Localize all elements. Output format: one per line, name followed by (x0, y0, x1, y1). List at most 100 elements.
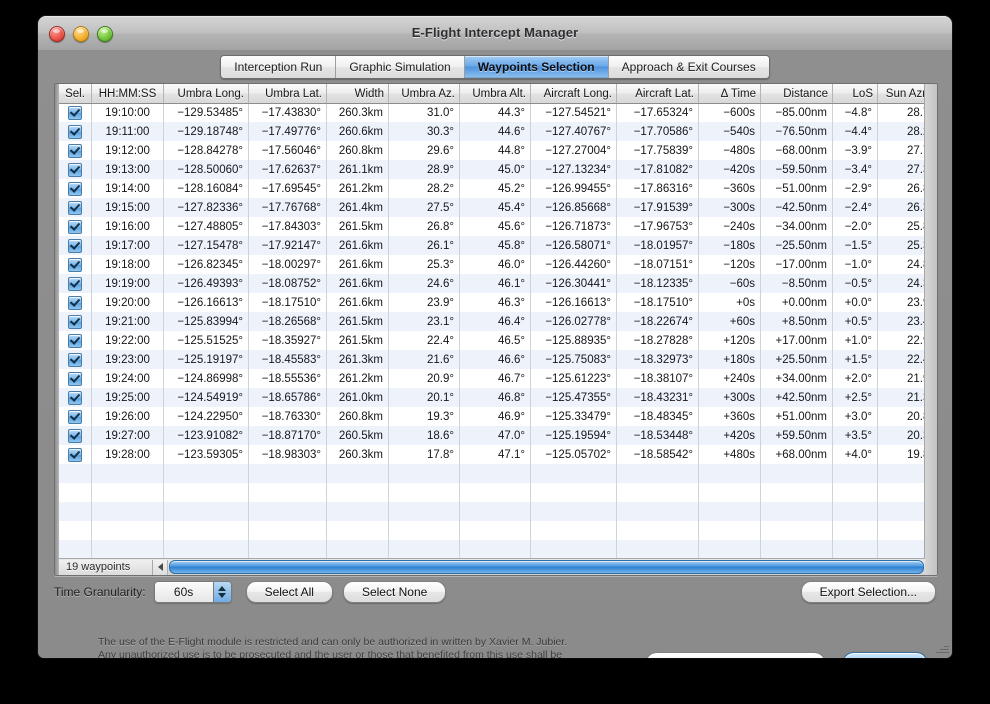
window-resize-handle[interactable] (935, 641, 949, 655)
column-header-aircraft-long[interactable]: Aircraft Long. (531, 84, 617, 103)
cell-dtime: +0s (699, 293, 761, 312)
table-row[interactable]: 19:23:00 −125.19197° −18.45583° 261.3km 21.6… (59, 350, 925, 369)
table-row[interactable]: 19:13:00 −128.50060° −17.62637° 261.1km 28.9… (59, 160, 925, 179)
column-header-width[interactable]: Width (327, 84, 389, 103)
checkbox-checked-icon[interactable] (68, 333, 82, 348)
horizontal-scroll-thumb[interactable] (169, 560, 924, 574)
column-header-aircraft-lat[interactable]: Aircraft Lat. (617, 84, 699, 103)
row-select-checkbox[interactable] (59, 350, 92, 369)
table-row[interactable]: 19:12:00 −128.84278° −17.56046° 260.8km 29.6… (59, 141, 925, 160)
checkbox-checked-icon[interactable] (68, 276, 82, 291)
cell-time: 19:11:00 (92, 122, 164, 141)
vertical-scrollbar[interactable] (924, 84, 937, 575)
table-empty-rows (59, 464, 925, 559)
row-select-checkbox[interactable] (59, 141, 92, 160)
table-row[interactable]: 19:25:00 −124.54919° −18.65786° 261.0km 20.1… (59, 388, 925, 407)
column-header-umbra-alt[interactable]: Umbra Alt. (460, 84, 531, 103)
column-header-distance[interactable]: Distance (761, 84, 833, 103)
table-row[interactable]: 19:17:00 −127.15478° −17.92147° 261.6km 26.1… (59, 236, 925, 255)
checkbox-checked-icon[interactable] (68, 390, 82, 405)
table-row[interactable]: 19:27:00 −123.91082° −18.87170° 260.5km 18.6… (59, 426, 925, 445)
row-select-checkbox[interactable] (59, 160, 92, 179)
row-select-checkbox[interactable] (59, 445, 92, 464)
checkbox-checked-icon[interactable] (68, 428, 82, 443)
column-header-umbra-lat[interactable]: Umbra Lat. (249, 84, 327, 103)
row-select-checkbox[interactable] (59, 274, 92, 293)
checkbox-checked-icon[interactable] (68, 352, 82, 367)
checkbox-checked-icon[interactable] (68, 257, 82, 272)
horizontal-scrollbar[interactable]: 19 waypoints (59, 558, 925, 575)
checkbox-checked-icon[interactable] (68, 200, 82, 215)
checkbox-checked-icon[interactable] (68, 238, 82, 253)
modify-flight-parameters-button[interactable]: Modify Flight Parameters (645, 652, 827, 658)
row-select-checkbox[interactable] (59, 369, 92, 388)
table-row[interactable]: 19:20:00 −126.16613° −18.17510° 261.6km 23.9… (59, 293, 925, 312)
tab-interception-run[interactable]: Interception Run (221, 56, 337, 78)
row-select-checkbox[interactable] (59, 179, 92, 198)
checkbox-checked-icon[interactable] (68, 314, 82, 329)
checkbox-checked-icon[interactable] (68, 409, 82, 424)
row-select-checkbox[interactable] (59, 426, 92, 445)
app-window: E-Flight Intercept Manager Interception … (38, 16, 952, 658)
empty-cell (327, 464, 389, 483)
cell-dtime: −600s (699, 103, 761, 122)
table-row[interactable]: 19:26:00 −124.22950° −18.76330° 260.8km 19.3… (59, 407, 925, 426)
time-granularity-stepper[interactable]: 60s (153, 581, 232, 603)
table-row[interactable]: 19:14:00 −128.16084° −17.69545° 261.2km 28.2… (59, 179, 925, 198)
column-header-sel[interactable]: Sel. (59, 84, 92, 103)
checkbox-checked-icon[interactable] (68, 124, 82, 139)
table-row[interactable]: 19:18:00 −126.82345° −18.00297° 261.6km 25.3… (59, 255, 925, 274)
row-select-checkbox[interactable] (59, 293, 92, 312)
scroll-left-arrow-icon[interactable] (153, 559, 168, 575)
row-select-checkbox[interactable] (59, 407, 92, 426)
table-row[interactable]: 19:16:00 −127.48805° −17.84303° 261.5km 26.8… (59, 217, 925, 236)
cell-ac-lat: −18.48345° (617, 407, 699, 426)
cell-los: +3.5° (833, 426, 878, 445)
tab-graphic-simulation[interactable]: Graphic Simulation (336, 56, 465, 78)
checkbox-checked-icon[interactable] (68, 295, 82, 310)
table-row[interactable]: 19:28:00 −123.59305° −18.98303° 260.3km 17.8… (59, 445, 925, 464)
table-row[interactable]: 19:10:00 −129.53485° −17.43830° 260.3km 31.0… (59, 103, 925, 122)
row-select-checkbox[interactable] (59, 312, 92, 331)
checkbox-checked-icon[interactable] (68, 181, 82, 196)
stepper-arrows-icon[interactable] (212, 582, 231, 602)
table-row[interactable]: 19:15:00 −127.82336° −17.76768° 261.4km 27.5… (59, 198, 925, 217)
column-header-umbra-az[interactable]: Umbra Az. (389, 84, 460, 103)
checkbox-checked-icon[interactable] (68, 105, 82, 120)
cell-ac-lat: −18.07151° (617, 255, 699, 274)
window-titlebar[interactable]: E-Flight Intercept Manager (38, 16, 952, 52)
column-header-hh-mm-ss[interactable]: HH:MM:SS (92, 84, 164, 103)
table-row[interactable]: 19:24:00 −124.86998° −18.55536° 261.2km 20.9… (59, 369, 925, 388)
checkbox-checked-icon[interactable] (68, 371, 82, 386)
row-select-checkbox[interactable] (59, 217, 92, 236)
checkbox-checked-icon[interactable] (68, 143, 82, 158)
select-none-button[interactable]: Select None (342, 581, 447, 603)
table-row[interactable]: 19:19:00 −126.49393° −18.08752° 261.6km 24.6… (59, 274, 925, 293)
row-select-checkbox[interactable] (59, 388, 92, 407)
table-row[interactable]: 19:21:00 −125.83994° −18.26568° 261.5km 23.1… (59, 312, 925, 331)
column-header-time[interactable]: Δ Time (699, 84, 761, 103)
select-all-button[interactable]: Select All (245, 581, 333, 603)
table-empty-row (59, 521, 925, 540)
column-header-los[interactable]: LoS (833, 84, 878, 103)
export-selection-button[interactable]: Export Selection... (800, 581, 936, 603)
checkbox-checked-icon[interactable] (68, 447, 82, 462)
column-header-umbra-long[interactable]: Umbra Long. (164, 84, 249, 103)
cell-ac-long: −125.61223° (531, 369, 617, 388)
row-select-checkbox[interactable] (59, 331, 92, 350)
table-row[interactable]: 19:22:00 −125.51525° −18.35927° 261.5km 22.4… (59, 331, 925, 350)
checkbox-checked-icon[interactable] (68, 219, 82, 234)
row-select-checkbox[interactable] (59, 122, 92, 141)
checkbox-checked-icon[interactable] (68, 162, 82, 177)
row-select-checkbox[interactable] (59, 236, 92, 255)
tab-approach-exit-courses[interactable]: Approach & Exit Courses (608, 56, 769, 78)
row-select-checkbox[interactable] (59, 198, 92, 217)
cell-ac-lat: −18.43231° (617, 388, 699, 407)
close-button[interactable]: Close (842, 652, 928, 658)
row-select-checkbox[interactable] (59, 103, 92, 122)
row-select-checkbox[interactable] (59, 255, 92, 274)
cell-umbra-long: −124.54919° (164, 388, 249, 407)
tab-waypoints-selection[interactable]: Waypoints Selection (464, 56, 609, 78)
table-row[interactable]: 19:11:00 −129.18748° −17.49776° 260.6km 30.3… (59, 122, 925, 141)
empty-cell (617, 502, 699, 521)
